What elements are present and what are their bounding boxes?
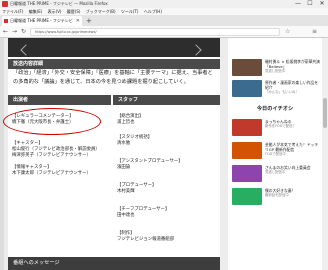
pickup-item-text: 芸能人が本気で考えた！ドッキリGP 最新作配信 FODで配信中 [265,142,320,157]
section-header-details: 放送内容詳細 [8,59,220,69]
thumbnail-image [232,80,262,97]
message-header: 番組へのメッセージ [8,257,220,270]
staff-name: 清水勉 [117,141,131,146]
pickup-item[interactable]: 芸能人が本気で考えた！ドッキリGP 最新作配信 FODで配信中 [232,142,320,161]
sidebar-item-title: 磯村勇斗 × 松坂桃李が豪華共演「Believe」 [265,59,320,69]
thumbnail-image [232,188,262,205]
scrollbar-thumb[interactable] [323,98,327,128]
page-scrollbar[interactable] [322,38,328,270]
staff-name: 木村美輝 [117,189,135,194]
staff-name: 田中達也 [117,213,135,218]
program-description: 「政治」「経済」「外交・安全保障」「医療」を基軸に「主要テーマ」に据え、当事者と… [13,70,213,85]
tab-label: 日曜報道 THE PRIME - フジテレビ [10,18,73,23]
staff-name: フジテレビジョン報道番組部 [117,237,175,242]
maximize-button[interactable]: ☐ [304,0,316,8]
title-bar: 日曜報道 THE PRIME - フジテレビ — Mozilla Firefox… [0,0,328,8]
back-button[interactable]: ← [3,28,8,36]
carousel-next-icon[interactable] [190,44,202,56]
new-tab-button[interactable]: + [86,16,92,26]
navigation-bar: ← → ↻ https://www.fujitv.co.jp/primenews… [0,26,328,38]
sidebar-item-text: 磯村勇斗 × 松坂桃李が豪華共演「Believe」 見逃し配信中 [265,59,320,74]
sidebar-item-sub: 「みんな」もいいね！ [265,90,299,94]
app-icon [2,1,8,7]
pickup-item[interactable]: さんまのお笑い向上委員会 見逃し配信中 [232,165,320,184]
menu-tools[interactable]: ツール(T) [121,9,139,14]
top-carousel [8,38,220,57]
reload-button[interactable]: ↻ [21,28,26,36]
cast-name: 梅津弥英子（フジテレビアナウンサー） [12,153,91,158]
favicon-icon [4,19,8,23]
browser-window: 日曜報道 THE PRIME - フジテレビ — Mozilla Firefox… [0,0,328,270]
pickup-item-sub: 最新話を配信中 [265,193,289,197]
url-bar[interactable]: https://www.fujitv.co.jp/primenews/ [30,28,280,36]
app-menu-button[interactable]: ≡ [312,28,317,36]
pickup-item-text: まっちゃんねる 新作をFODで配信！ [265,119,320,129]
window-title: 日曜報道 THE PRIME - フジテレビ — Mozilla Firefox [10,1,108,6]
tab-close-icon[interactable]: ✕ [76,16,80,26]
staff-header: スタッフ [113,95,220,105]
forward-button[interactable]: → [12,28,17,36]
web-page: 放送内容詳細 「政治」「経済」「外交・安全保障」「医療」を基軸に「主要テーマ」に… [0,38,328,270]
sidebar: 磯村勇斗 × 松坂桃李が豪華共演「Believe」 見逃し配信中 原作者・漫画家… [228,38,322,270]
pickup-item-title: 芸能人が本気で考えた！ドッキリGP 最新作配信 [265,142,319,152]
cast-name: 木下康太郎（フジテレビアナウンサー） [12,171,91,176]
pickup-title: 今日のイチオシ [256,106,294,112]
bookmark-star-icon[interactable]: ☆ [285,28,290,36]
thumbnail-image [232,165,262,182]
tab-bar: 日曜報道 THE PRIME - フジテレビ ✕ + [0,15,328,26]
thumbnail-image [232,142,262,159]
sidebar-item[interactable]: 磯村勇斗 × 松坂桃李が豪華共演「Believe」 見逃し配信中 [232,59,320,78]
close-button[interactable]: ✕ [316,0,328,8]
menu-bar: ファイル(F) 編集(E) 表示(V) 履歴(S) ブックマーク(B) ツール(… [0,8,328,15]
menu-bookmarks[interactable]: ブックマーク(B) [86,9,116,14]
pickup-item-sub: FODで配信中 [265,152,286,156]
sidebar-item[interactable]: 原作者・漫画家の楽しい作品を紹介 「みんな」もいいね！ [232,80,320,99]
menu-edit[interactable]: 編集(E) [29,9,43,14]
menu-view[interactable]: 表示(V) [48,9,62,14]
sidebar-item-title: 原作者・漫画家の楽しい作品を紹介 [265,80,319,90]
sidebar-item-sub: 見逃し配信中 [265,69,286,73]
pickup-item-text: 僕の大好きな妻！ 最新話を配信中 [265,188,320,198]
pickup-item[interactable]: まっちゃんねる 新作をFODで配信！ [232,119,320,138]
left-margin [0,38,4,270]
sidebar-item-text: 原作者・漫画家の楽しい作品を紹介 「みんな」もいいね！ [265,80,320,95]
highlight-circle-annotation [3,108,101,135]
minimize-button[interactable]: — [292,0,304,8]
thumbnail-image [232,59,262,76]
pickup-item[interactable]: 僕の大好きな妻！ 最新話を配信中 [232,188,320,207]
thumbnail-image [232,119,262,136]
menu-help[interactable]: ヘルプ(H) [144,9,162,14]
staff-name: 浦上哲也 [117,120,135,125]
pickup-item-sub: 新作をFODで配信！ [265,124,296,128]
menu-history[interactable]: 履歴(S) [67,9,81,14]
cast-header: 出演者 [8,95,111,105]
carousel-prev-icon[interactable] [20,44,32,56]
pickup-item-text: さんまのお笑い向上委員会 見逃し配信中 [265,165,320,175]
staff-name: 濱田諭 [117,165,131,170]
menu-file[interactable]: ファイル(F) [2,9,23,14]
tab-active[interactable]: 日曜報道 THE PRIME - フジテレビ ✕ [2,16,82,26]
pickup-item-sub: 見逃し配信中 [265,170,286,174]
